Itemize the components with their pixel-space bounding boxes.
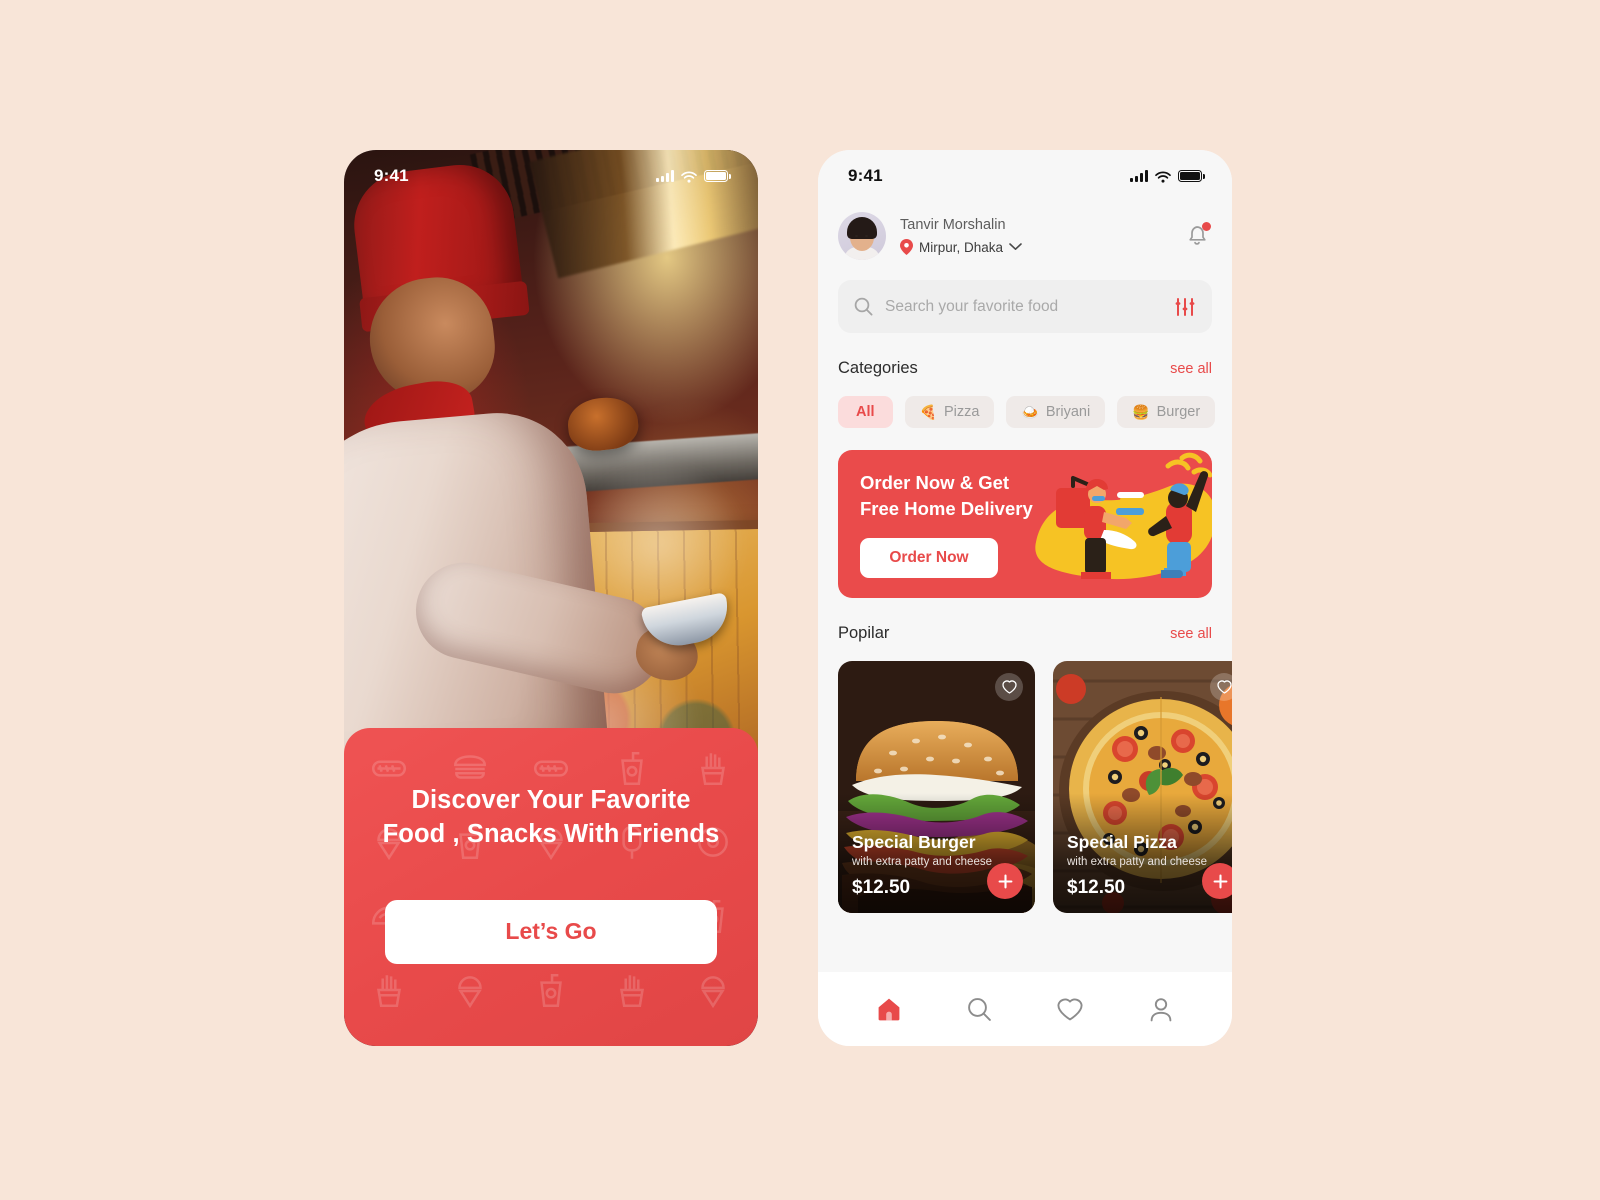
- heart-icon: [1057, 998, 1083, 1021]
- category-chip-briyani[interactable]: 🍛 Briyani: [1006, 396, 1106, 428]
- avatar[interactable]: [838, 212, 886, 260]
- home-content: 9:41 Tanvir Morshalin Mirpur, Dhaka Sear…: [818, 150, 1232, 1046]
- search-input[interactable]: [885, 297, 1162, 316]
- promo-copy: Order Now & Get Free Home Delivery Order…: [838, 470, 1033, 579]
- heart-icon: [1216, 680, 1232, 694]
- bottom-tab-bar: [818, 972, 1232, 1046]
- plus-icon: [1213, 874, 1227, 888]
- map-pin-icon: [900, 239, 913, 255]
- tab-home[interactable]: [869, 989, 909, 1029]
- notification-button[interactable]: [1182, 221, 1212, 251]
- favorite-button[interactable]: [1210, 673, 1232, 701]
- category-chip-label: All: [856, 404, 875, 420]
- chevron-down-icon: [1009, 243, 1022, 250]
- avatar-eye: [855, 235, 858, 237]
- drink-cup-icon: [510, 958, 591, 1022]
- person-icon: [1150, 997, 1172, 1021]
- onboarding-copy: Discover Your Favorite Food , Snacks Wit…: [344, 728, 758, 964]
- status-bar: 9:41: [818, 150, 1232, 202]
- battery-icon: [1178, 170, 1205, 182]
- status-time: 9:41: [374, 166, 409, 185]
- popular-card-list: Special Burger with extra patty and chee…: [818, 661, 1232, 913]
- avatar-hair: [847, 217, 877, 239]
- search-icon: [854, 297, 873, 316]
- tab-favorites[interactable]: [1050, 989, 1090, 1029]
- categories-see-all[interactable]: see all: [1170, 361, 1212, 377]
- delivery-illustration: [1035, 452, 1212, 580]
- headline-line-2: Food , Snacks With Friends: [382, 819, 720, 848]
- user-name: Tanvir Morshalin: [900, 217, 1006, 233]
- category-chip-label: Burger: [1156, 404, 1201, 420]
- heart-icon: [1001, 680, 1017, 694]
- categories-header: Categories see all: [818, 359, 1232, 378]
- battery-icon: [704, 170, 731, 182]
- burger-icon: 🍔: [1132, 404, 1150, 420]
- user-header: Tanvir Morshalin Mirpur, Dhaka: [818, 202, 1232, 260]
- order-now-button[interactable]: Order Now: [860, 538, 998, 579]
- status-time: 9:41: [848, 166, 883, 185]
- promo-title-line-2: Free Home Delivery: [860, 498, 1033, 519]
- add-to-cart-button[interactable]: [987, 863, 1023, 899]
- add-to-cart-button[interactable]: [1202, 863, 1232, 899]
- food-name: Special Burger: [852, 832, 976, 852]
- filter-sliders-icon[interactable]: [1174, 296, 1196, 318]
- pizza-icon: 🍕: [919, 404, 937, 420]
- food-card[interactable]: Special Burger with extra patty and chee…: [838, 661, 1035, 913]
- food-name: Special Pizza: [1067, 832, 1177, 852]
- search-icon: [968, 997, 992, 1021]
- user-meta: Tanvir Morshalin Mirpur, Dhaka: [900, 217, 1182, 255]
- category-chip-burger[interactable]: 🍔 Burger: [1117, 396, 1216, 428]
- tab-search[interactable]: [960, 989, 1000, 1029]
- headline-line-1: Discover Your Favorite: [411, 786, 691, 814]
- home-scroll-area: Tanvir Morshalin Mirpur, Dhaka Search yo…: [818, 150, 1232, 972]
- briyani-icon: 🍛: [1021, 404, 1039, 420]
- wifi-icon: [681, 170, 697, 183]
- cellular-signal-icon: [656, 170, 674, 182]
- fries-icon: [348, 958, 429, 1022]
- promo-title: Order Now & Get Free Home Delivery: [860, 470, 1033, 523]
- popular-title: Popilar: [838, 624, 890, 642]
- onboarding-screen: 9:41 Discover Your Favorite Food , Snack…: [344, 150, 758, 1046]
- home-screen: 9:41 Tanvir Morshalin Mirpur, Dhaka Sear…: [818, 150, 1232, 1046]
- lets-go-button[interactable]: Let’s Go: [385, 899, 717, 964]
- food-description: with extra patty and cheese: [1067, 856, 1207, 868]
- location-label: Mirpur, Dhaka: [919, 239, 1004, 255]
- onboarding-headline: Discover Your Favorite Food , Snacks Wit…: [374, 784, 728, 852]
- promo-title-line-1: Order Now & Get: [860, 471, 1010, 493]
- category-chip-all[interactable]: All: [838, 396, 893, 428]
- categories-title: Categories: [838, 359, 918, 377]
- status-icons: [1130, 170, 1205, 183]
- avatar-eye: [865, 235, 868, 237]
- wifi-icon: [1155, 170, 1171, 183]
- location-selector[interactable]: Mirpur, Dhaka: [900, 239, 1182, 255]
- category-chip-label: Pizza: [943, 404, 980, 420]
- category-chip-list: All 🍕 Pizza 🍛 Briyani 🍔 Burger: [818, 396, 1232, 428]
- onboarding-card: Discover Your Favorite Food , Snacks Wit…: [344, 728, 758, 1046]
- ice-cream-cone-icon: [429, 958, 510, 1022]
- category-chip-pizza[interactable]: 🍕 Pizza: [904, 396, 995, 428]
- favorite-button[interactable]: [995, 673, 1023, 701]
- promo-banner[interactable]: Order Now & Get Free Home Delivery Order…: [838, 450, 1212, 598]
- cellular-signal-icon: [1130, 170, 1148, 182]
- home-icon: [878, 998, 900, 1021]
- popular-see-all[interactable]: see all: [1170, 626, 1212, 642]
- ice-cream-cone-icon: [673, 958, 754, 1022]
- search-bar[interactable]: [838, 280, 1212, 333]
- food-card[interactable]: Special Pizza with extra patty and chees…: [1053, 661, 1232, 913]
- tab-profile[interactable]: [1141, 989, 1181, 1029]
- popular-header: Popilar see all: [818, 624, 1232, 643]
- plus-icon: [998, 874, 1012, 888]
- notification-badge: [1202, 222, 1211, 231]
- status-bar: 9:41: [344, 150, 758, 202]
- fries-icon: [592, 958, 673, 1022]
- status-icons: [656, 170, 731, 183]
- category-chip-label: Briyani: [1045, 404, 1091, 420]
- screenshot-canvas: 9:41 Discover Your Favorite Food , Snack…: [0, 0, 1600, 1200]
